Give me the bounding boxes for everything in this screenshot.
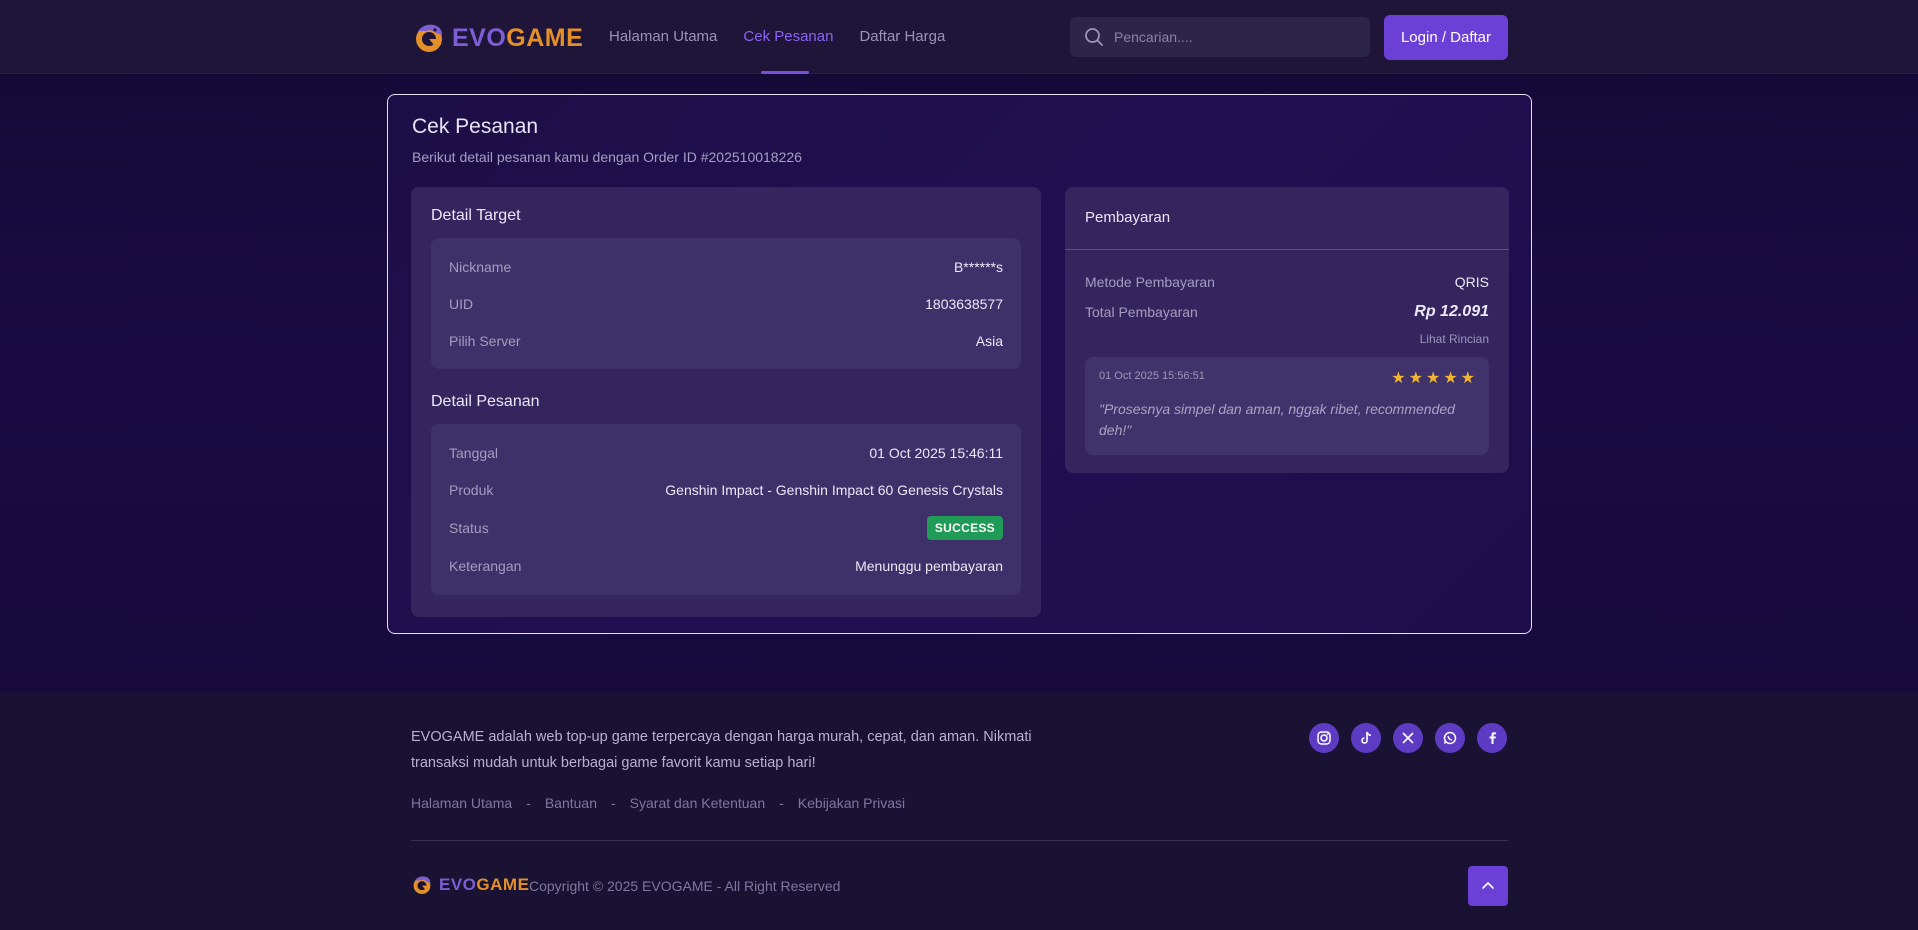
login-button[interactable]: Login / Daftar <box>1384 15 1508 60</box>
star-icon: ★ <box>1443 370 1458 387</box>
brand-evo: EVO <box>439 875 477 894</box>
footer-links: Halaman Utama - Bantuan - Syarat dan Ket… <box>411 795 905 811</box>
detail-label: Keterangan <box>449 558 522 574</box>
tiktok-icon[interactable] <box>1351 723 1381 753</box>
site-header: EVOGAME Halaman Utama Cek Pesanan Daftar… <box>0 0 1918 74</box>
brand-logo[interactable]: EVOGAME <box>412 20 583 56</box>
star-icon: ★ <box>1425 370 1441 387</box>
detail-row-uid: UID 1803638577 <box>449 296 1003 312</box>
brand-game: GAME <box>476 875 530 894</box>
copyright-text: Copyright © 2025 EVOGAME - All Right Res… <box>529 878 841 894</box>
lihat-rincian-link[interactable]: Lihat Rincian <box>1420 332 1489 346</box>
payment-method-value: QRIS <box>1454 274 1489 290</box>
footer-link-halaman-utama[interactable]: Halaman Utama <box>411 795 512 811</box>
detail-value: Genshin Impact - Genshin Impact 60 Genes… <box>665 482 1003 498</box>
star-icon: ★ <box>1408 370 1423 387</box>
footer-description: EVOGAME adalah web top-up game terpercay… <box>411 729 1032 771</box>
payment-total-value: Rp 12.091 <box>1414 303 1489 320</box>
review-text: "Prosesnya simpel dan aman, nggak ribet,… <box>1099 401 1455 438</box>
detail-value: Asia <box>975 333 1003 349</box>
payment-total-label: Total Pembayaran <box>1085 304 1198 320</box>
brand-game: GAME <box>506 23 584 52</box>
detail-row-tanggal: Tanggal 01 Oct 2025 15:46:11 <box>449 445 1003 461</box>
nav-halaman-utama[interactable]: Halaman Utama <box>609 28 717 45</box>
star-icon: ★ <box>1391 370 1406 387</box>
payment-method-label: Metode Pembayaran <box>1085 274 1215 290</box>
detail-value: 1803638577 <box>925 296 1003 312</box>
detail-value: Menunggu pembayaran <box>855 558 1003 574</box>
search-input[interactable] <box>1114 29 1354 45</box>
brand-evo: EVO <box>452 23 507 52</box>
social-links <box>1309 723 1507 753</box>
main-nav: Halaman Utama Cek Pesanan Daftar Harga <box>609 28 945 74</box>
detail-value: 01 Oct 2025 15:46:11 <box>869 445 1003 461</box>
footer-separator: - <box>779 795 784 811</box>
footer-separator: - <box>611 795 616 811</box>
star-rating: ★ ★ ★ ★ ★ <box>1391 368 1475 388</box>
page-subtitle: Berikut detail pesanan kamu dengan Order… <box>412 149 802 165</box>
search-box <box>1070 17 1370 57</box>
payment-divider <box>1065 249 1509 250</box>
detail-row-keterangan: Keterangan Menunggu pembayaran <box>449 558 1003 574</box>
footer-link-kebijakan[interactable]: Kebijakan Privasi <box>798 795 905 811</box>
footer-divider <box>411 840 1508 841</box>
dragon-logo-icon <box>416 24 442 52</box>
search-icon <box>1085 28 1103 46</box>
review-date: 01 Oct 2025 15:56:51 <box>1099 370 1205 382</box>
footer-link-syarat[interactable]: Syarat dan Ketentuan <box>630 795 765 811</box>
nav-daftar-harga[interactable]: Daftar Harga <box>859 28 945 45</box>
detail-label: Tanggal <box>449 445 499 461</box>
detail-target-title: Detail Target <box>431 207 521 224</box>
detail-value: B******s <box>953 259 1003 275</box>
detail-label: Status <box>449 520 489 536</box>
detail-label: UID <box>449 296 474 312</box>
detail-label: Pilih Server <box>449 333 521 349</box>
payment-title: Pembayaran <box>1085 209 1171 226</box>
payment-method-row: Metode Pembayaran QRIS <box>1085 274 1489 290</box>
status-badge: SUCCESS <box>926 516 1003 540</box>
x-icon[interactable] <box>1393 723 1423 753</box>
review-card: 01 Oct 2025 15:56:51 ★ ★ ★ ★ ★ "Prosesny… <box>1085 357 1489 455</box>
nav-cek-pesanan[interactable]: Cek Pesanan <box>743 28 833 74</box>
facebook-icon[interactable] <box>1477 723 1507 753</box>
site-footer: EVOGAME adalah web top-up game terpercay… <box>0 693 1918 930</box>
order-detail-panel: Detail Target Nickname B******s UID 1803… <box>411 187 1041 617</box>
detail-row-nickname: Nickname B******s <box>449 259 1003 275</box>
whatsapp-icon[interactable] <box>1435 723 1465 753</box>
payment-total-row: Total Pembayaran Rp 12.091 <box>1085 303 1489 321</box>
chevron-up-icon <box>1482 882 1494 889</box>
order-card: Cek Pesanan Berikut detail pesanan kamu … <box>387 94 1532 634</box>
detail-label: Produk <box>449 482 494 498</box>
detail-target-box: Nickname B******s UID 1803638577 Pilih S… <box>431 238 1021 369</box>
instagram-icon[interactable] <box>1309 723 1339 753</box>
footer-link-bantuan[interactable]: Bantuan <box>545 795 597 811</box>
detail-row-status: Status SUCCESS <box>449 516 1003 540</box>
detail-pesanan-title: Detail Pesanan <box>431 393 540 410</box>
footer-separator: - <box>526 795 531 811</box>
footer-brand-logo[interactable]: EVOGAME <box>411 874 529 896</box>
dragon-logo-icon <box>413 876 431 895</box>
page-title: Cek Pesanan <box>412 115 539 138</box>
scroll-to-top-button[interactable] <box>1468 866 1508 906</box>
detail-label: Nickname <box>449 259 512 275</box>
detail-row-produk: Produk Genshin Impact - Genshin Impact 6… <box>449 482 1003 498</box>
star-icon: ★ <box>1460 370 1475 387</box>
detail-row-server: Pilih Server Asia <box>449 333 1003 349</box>
detail-pesanan-box: Tanggal 01 Oct 2025 15:46:11 Produk Gens… <box>431 424 1021 595</box>
payment-panel: Pembayaran Metode Pembayaran QRIS Total … <box>1065 187 1509 473</box>
